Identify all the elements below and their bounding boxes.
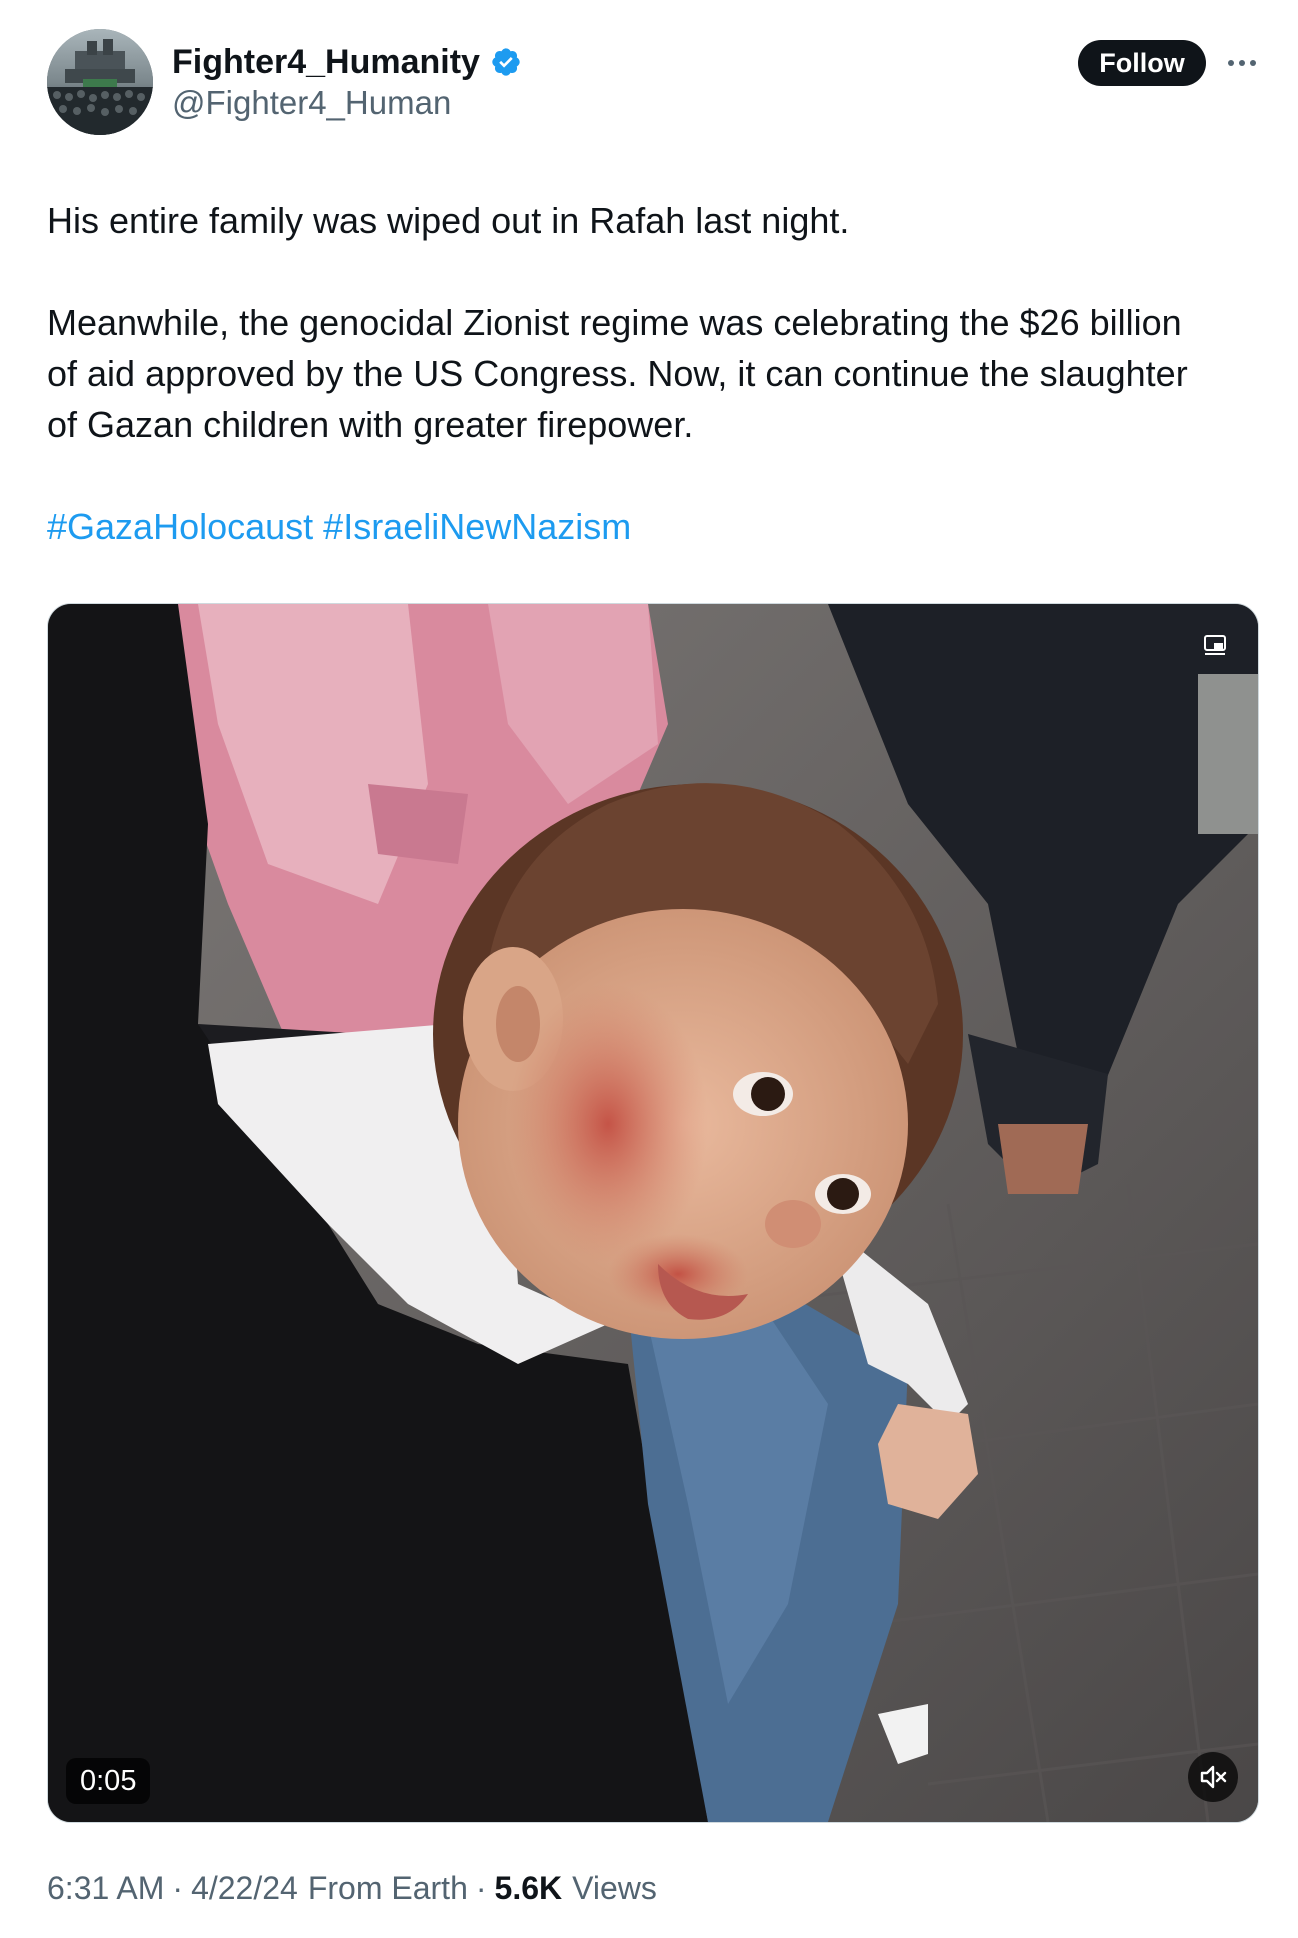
hashtag-link[interactable]: #IsraeliNewNazism [323, 506, 631, 547]
tweet-source: From Earth [307, 1870, 468, 1906]
video-player[interactable]: 0:05 [47, 603, 1259, 1823]
tweet-time[interactable]: 6:31 AM [47, 1870, 164, 1907]
views-label: Views [572, 1870, 657, 1906]
avatar-image [47, 29, 153, 135]
follow-button[interactable]: Follow [1078, 40, 1206, 86]
tweet-text-line: Meanwhile, the genocidal Zionist regime … [47, 302, 1182, 343]
picture-in-picture-icon[interactable] [1200, 630, 1230, 660]
avatar[interactable] [47, 29, 153, 135]
hashtag-link[interactable]: #GazaHolocaust [47, 506, 313, 547]
views-count[interactable]: 5.6K [495, 1870, 563, 1907]
author-handle[interactable]: @Fighter4_Human [172, 84, 451, 122]
meta-separator: · [172, 1870, 184, 1906]
tweet-text-line: of aid approved by the US Congress. Now,… [47, 353, 1188, 394]
tweet-text-line: of Gazan children with greater firepower… [47, 404, 694, 445]
tweet-date[interactable]: 4/22/24 [191, 1870, 298, 1907]
video-duration-badge: 0:05 [66, 1758, 151, 1804]
tweet-card: Fighter4_Humanity @Fighter4_Human Follow… [0, 0, 1298, 1938]
verified-badge-icon[interactable] [490, 46, 522, 78]
more-options-icon[interactable] [1222, 48, 1262, 78]
author-name-row: Fighter4_Humanity [172, 40, 522, 84]
hashtags-line: #GazaHolocaust #IsraeliNewNazism [47, 501, 1267, 552]
tweet-text: His entire family was wiped out in Rafah… [47, 195, 1267, 552]
tweet-text-line: His entire family was wiped out in Rafah… [47, 200, 850, 241]
meta-separator: · [475, 1870, 487, 1906]
speaker-muted-icon[interactable] [1188, 1752, 1238, 1802]
author-display-name[interactable]: Fighter4_Humanity [172, 43, 480, 82]
tweet-meta: 6:31 AM · 4/22/24 From Earth · 5.6K View… [47, 1870, 657, 1907]
video-frame-image [48, 604, 1258, 1822]
